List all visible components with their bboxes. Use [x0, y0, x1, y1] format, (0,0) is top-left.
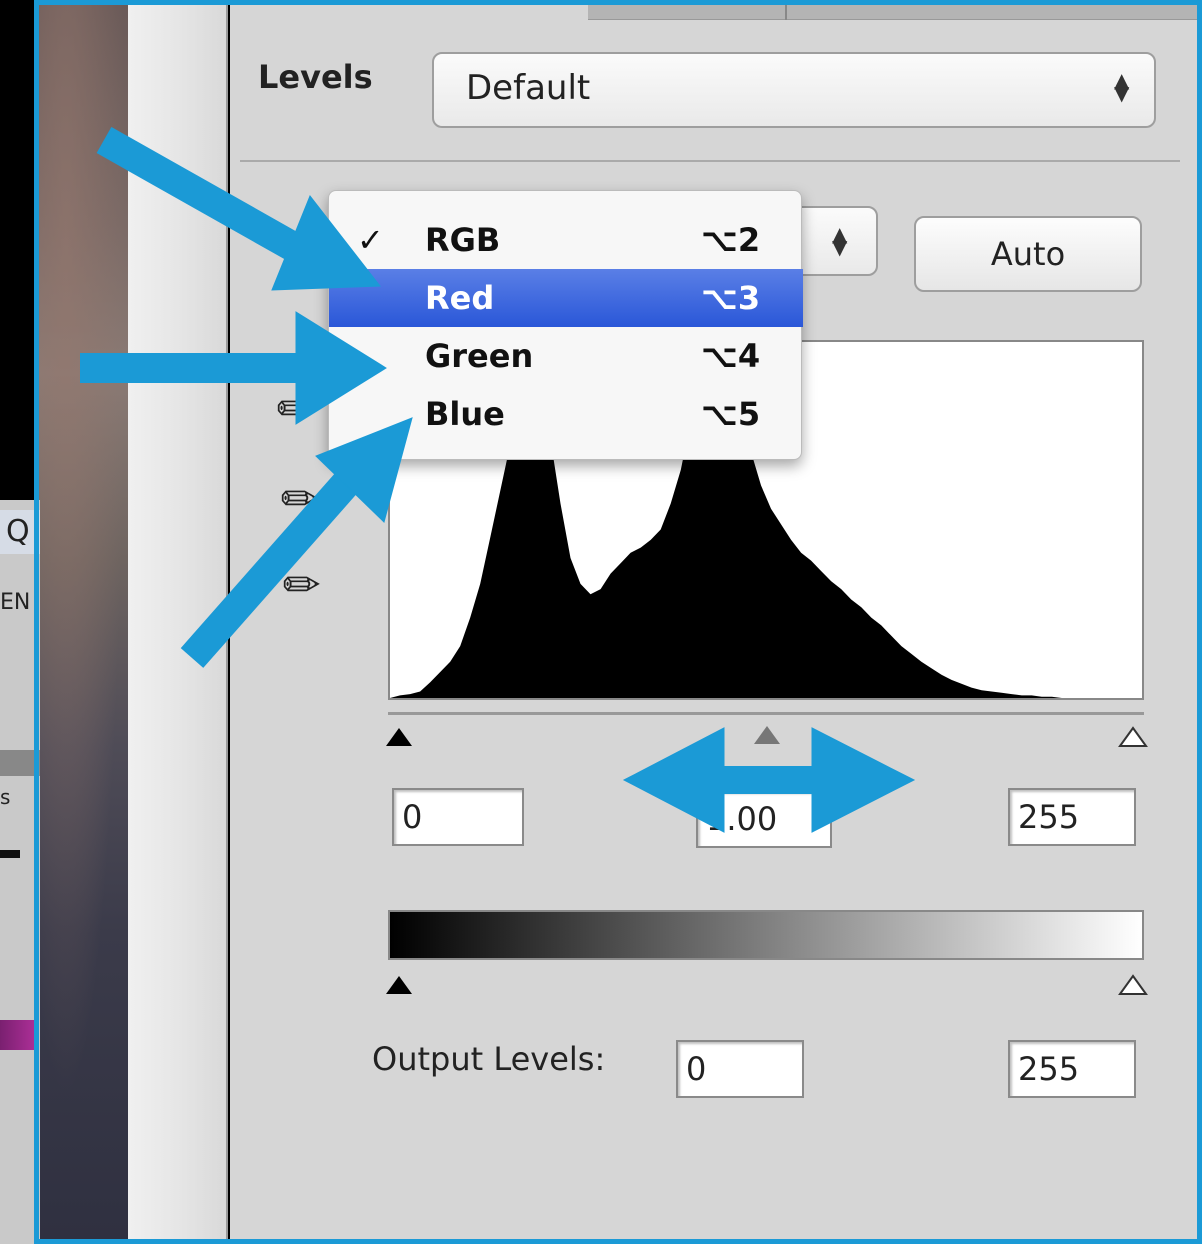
menu-item-shortcut: ⌥4: [701, 337, 761, 375]
menu-item-blue[interactable]: Blue ⌥5: [329, 385, 803, 443]
menu-item-red[interactable]: Red ⌥3: [329, 269, 803, 327]
output-black-field[interactable]: 0: [676, 1040, 804, 1098]
menu-item-label: Blue: [425, 395, 505, 433]
menu-item-green[interactable]: Green ⌥4: [329, 327, 803, 385]
background-line: [0, 850, 20, 858]
output-gradient: [388, 910, 1144, 960]
output-white-slider[interactable]: [1118, 974, 1148, 996]
background-tab-fragment: EN: [0, 590, 31, 615]
output-levels-label: Output Levels:: [372, 1040, 606, 1078]
channel-menu: ✓ RGB ⌥2 Red ⌥3 Green ⌥4 Blue ⌥5: [328, 190, 803, 460]
panel-tab-bar: [588, 0, 1202, 20]
input-white-field[interactable]: 255: [1008, 788, 1136, 846]
panel-divider: [240, 160, 1180, 162]
preset-value: Default: [466, 68, 591, 108]
menu-item-shortcut: ⌥2: [701, 221, 761, 259]
background-bar: [0, 750, 40, 776]
black-point-slider[interactable]: [384, 726, 414, 748]
menu-item-label: Green: [425, 337, 534, 375]
panel-side-strip: [128, 0, 228, 1244]
gamma-slider[interactable]: [752, 724, 782, 746]
output-white-field[interactable]: 255: [1008, 1040, 1136, 1098]
output-black-slider[interactable]: [384, 974, 414, 996]
menu-item-label: RGB: [425, 221, 501, 259]
menu-item-label: Red: [425, 279, 495, 317]
panel-title: Levels: [258, 58, 373, 96]
menu-item-rgb[interactable]: ✓ RGB ⌥2: [329, 211, 803, 269]
menu-item-shortcut: ⌥5: [701, 395, 761, 433]
updown-arrows-icon: ▲ ▼: [1114, 68, 1130, 105]
white-point-slider[interactable]: [1118, 726, 1148, 748]
search-icon: Q: [6, 514, 30, 549]
checkmark-icon: ✓: [357, 221, 384, 259]
background-photo: [36, 0, 136, 1244]
input-black-field[interactable]: 0: [392, 788, 524, 846]
input-gamma-field[interactable]: 1.00: [696, 790, 832, 848]
channel-select[interactable]: ▲ ▼: [800, 206, 878, 276]
input-slider-track: [388, 712, 1144, 715]
tab-separator: [785, 0, 787, 20]
background-color-swatch: [0, 1020, 38, 1050]
updown-arrows-icon: ▲ ▼: [832, 222, 848, 259]
auto-button[interactable]: Auto: [914, 216, 1142, 292]
preset-select[interactable]: Default ▲ ▼: [432, 52, 1156, 128]
background-search-field: Q: [0, 510, 40, 554]
background-tab-fragment-2: s: [0, 785, 11, 809]
menu-item-shortcut: ⌥3: [701, 279, 761, 317]
